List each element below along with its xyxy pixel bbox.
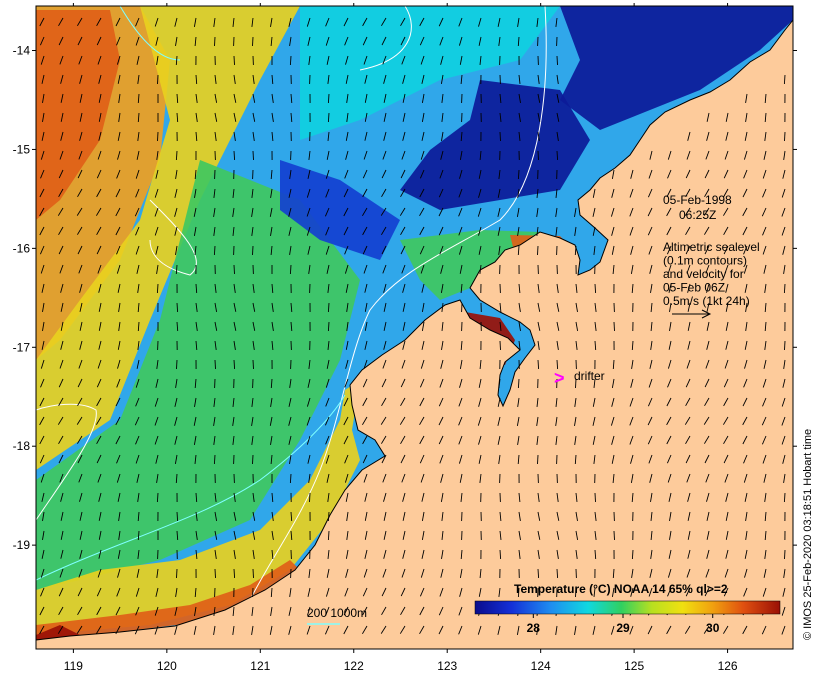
date-label: 05-Feb-1998 [663,193,732,207]
velocity-arrow [252,150,254,161]
velocity-arrow [289,264,292,275]
velocity-arrow [176,359,178,370]
velocity-arrow [537,359,540,370]
y-tick-label: -15 [13,142,31,156]
velocity-arrow [537,454,539,465]
legend-line: (0.1m contours) [663,254,747,268]
velocity-arrow [252,36,254,47]
velocity-arrow [327,530,330,541]
velocity-arrow [156,492,159,503]
velocity-arrow [499,340,501,351]
velocity-arrow [233,264,235,275]
y-tick-label: -16 [13,241,31,255]
colorbar-tick-label: 30 [706,621,720,635]
drifter-marker: > [554,368,565,388]
legend-line: and velocity for [663,267,744,281]
velocity-arrow [289,55,292,66]
velocity-arrow [556,568,559,579]
x-tick-label: 122 [344,659,364,673]
x-tick-label: 120 [157,659,177,673]
x-tick-label: 121 [250,659,270,673]
velocity-arrow [252,245,254,256]
x-tick-label: 123 [437,659,457,673]
velocity-arrow [214,36,216,47]
velocity-arrow [327,112,330,123]
legend-line: 0.5m/s (1kt 24h) [663,294,750,308]
velocity-arrow [157,74,159,85]
velocity-arrow [233,150,236,161]
velocity-arrow [784,131,786,142]
velocity-arrow [213,245,216,256]
velocity-arrow [233,568,236,579]
velocity-arrow [783,492,786,503]
y-tick-label: -17 [13,340,31,354]
velocity-arrow [613,530,615,541]
velocity-arrow [537,150,539,161]
temperature-colorbar [474,600,781,615]
velocity-arrow [176,568,178,579]
legend-line: 05-Feb 06Z [663,281,725,295]
y-tick-label: -18 [13,439,31,453]
y-tick-label: -14 [13,44,31,58]
velocity-arrow [309,492,311,503]
velocity-arrow [252,359,254,370]
velocity-arrow [157,131,159,142]
velocity-arrow [556,55,558,66]
velocity-arrow [289,473,292,484]
legend-line: Altimetric sealevel [663,240,760,254]
velocity-arrow [233,359,236,370]
velocity-arrow [327,93,330,104]
velocity-arrow [327,321,330,332]
velocity-arrow [556,150,559,161]
x-tick-label: 119 [64,659,83,673]
velocity-arrow [631,549,634,560]
time-label: 06:25Z [679,208,716,222]
velocity-arrow [537,568,540,579]
velocity-arrow [594,492,596,503]
bathymetry-label: 200 1000m [307,606,367,620]
velocity-arrow [252,454,254,465]
velocity-arrow [327,511,330,522]
velocity-arrow [784,340,786,351]
velocity-arrow [214,359,216,370]
velocity-arrow [176,302,179,313]
velocity-arrow [499,549,502,560]
velocity-arrow [327,302,330,313]
velocity-arrow [613,321,615,332]
x-tick-label: 125 [624,659,644,673]
velocity-arrow [517,169,520,180]
imos-credit: © IMOS 25-Feb-2020 03:18:51 Hobart time [802,429,814,640]
drifter-label: drifter [574,369,605,383]
velocity-arrow [156,283,159,294]
velocity-arrow [499,131,501,142]
velocity-arrow [783,283,786,294]
velocity-arrow [252,568,254,579]
velocity-arrow [517,378,520,389]
colorbar-tick-label: 29 [616,621,630,635]
x-tick-label: 126 [718,659,738,673]
colorbar-tick-label: 28 [527,621,541,635]
colorbar-title: Temperature (°C) NOAA 14 65% ql>=2 [514,582,728,596]
velocity-arrow [594,283,597,294]
velocity-arrow [783,74,786,85]
velocity-arrow [176,511,179,522]
y-tick-label: -19 [13,538,31,552]
sst-map-figure: 119 120 121 122 123 124 125 126 -14 -15 -16 -17 -18… [13,3,814,673]
velocity-arrow [233,55,235,66]
velocity-arrow [537,245,539,256]
velocity-arrow [784,549,786,560]
velocity-arrow [175,150,178,161]
velocity-arrow [213,454,216,465]
velocity-arrow [214,568,216,579]
x-tick-label: 124 [531,659,551,673]
